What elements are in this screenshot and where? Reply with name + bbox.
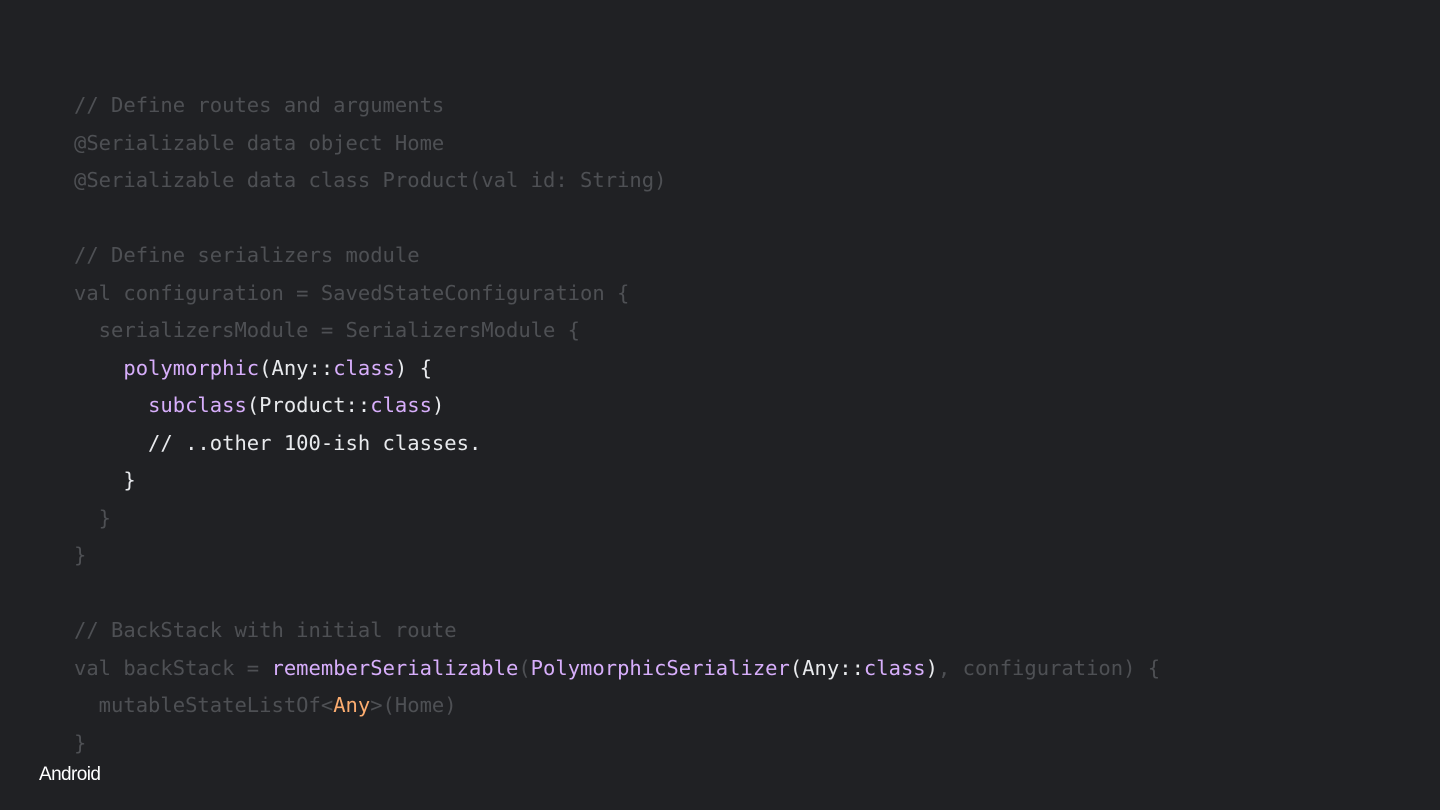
code-token: ) <box>431 393 445 417</box>
code-token: @Serializable data class Product(val id:… <box>74 168 667 192</box>
code-token: val backStack = <box>74 655 272 680</box>
code-token: } <box>74 730 87 755</box>
code-token: (Any:: <box>259 355 334 380</box>
code-line: @Serializable data object Home <box>74 125 1160 163</box>
code-token: val configuration = SavedStateConfigurat… <box>74 280 630 305</box>
code-token: } <box>74 543 87 567</box>
code-token: class <box>863 655 926 680</box>
code-token: subclass <box>148 393 247 417</box>
code-block: // Define routes and arguments @Serializa… <box>74 87 1160 762</box>
code-line: polymorphic(Any::class) { <box>74 350 1160 388</box>
code-line: subclass(Product::class) <box>74 387 1160 425</box>
code-line: // Define routes and arguments <box>74 87 1160 125</box>
code-token: @Serializable data object Home <box>74 130 445 155</box>
code-token: rememberSerializable <box>271 655 519 680</box>
code-token: , configuration) { <box>937 655 1161 680</box>
code-line: } <box>74 725 1160 763</box>
code-token: // Define serializers module <box>74 243 420 267</box>
code-line: mutableStateListOf<Any>(Home) <box>74 687 1160 725</box>
code-line: // BackStack with initial route <box>74 612 1160 650</box>
code-line: serializersModule = SerializersModule { <box>74 312 1160 350</box>
code-token: ) { <box>394 355 432 380</box>
code-line: val configuration = SavedStateConfigurat… <box>74 275 1160 313</box>
code-line: // ..other 100-ish classes. <box>74 425 1160 463</box>
code-token: ( <box>518 655 531 680</box>
code-token: // Define routes and arguments <box>74 93 445 117</box>
code-token: (Product:: <box>246 393 371 417</box>
code-token: class <box>370 393 432 417</box>
android-logo: Android <box>39 764 101 785</box>
code-line: } <box>74 500 1160 538</box>
code-line: // Define serializers module <box>74 237 1160 275</box>
code-token: PolymorphicSerializer <box>530 655 790 680</box>
code-token: mutableStateListOf< <box>74 693 334 717</box>
code-token: class <box>333 355 395 380</box>
code-token: } <box>74 505 112 530</box>
code-token: // ..other 100-ish classes. <box>74 430 482 455</box>
code-token: // BackStack with initial route <box>74 618 457 642</box>
code-line: } <box>74 537 1160 575</box>
code-line: val backStack = rememberSerializable(Pol… <box>74 650 1160 688</box>
code-token: ) <box>925 655 938 680</box>
code-token: serializersModule = SerializersModule { <box>74 318 581 342</box>
code-line: @Serializable data class Product(val id:… <box>74 162 1160 200</box>
code-token: >(Home) <box>370 693 457 717</box>
code-line: } <box>74 462 1160 500</box>
code-token: (Any:: <box>789 655 864 680</box>
code-token: Any <box>333 693 371 717</box>
code-token: } <box>74 468 136 492</box>
code-token: polymorphic <box>123 355 260 380</box>
